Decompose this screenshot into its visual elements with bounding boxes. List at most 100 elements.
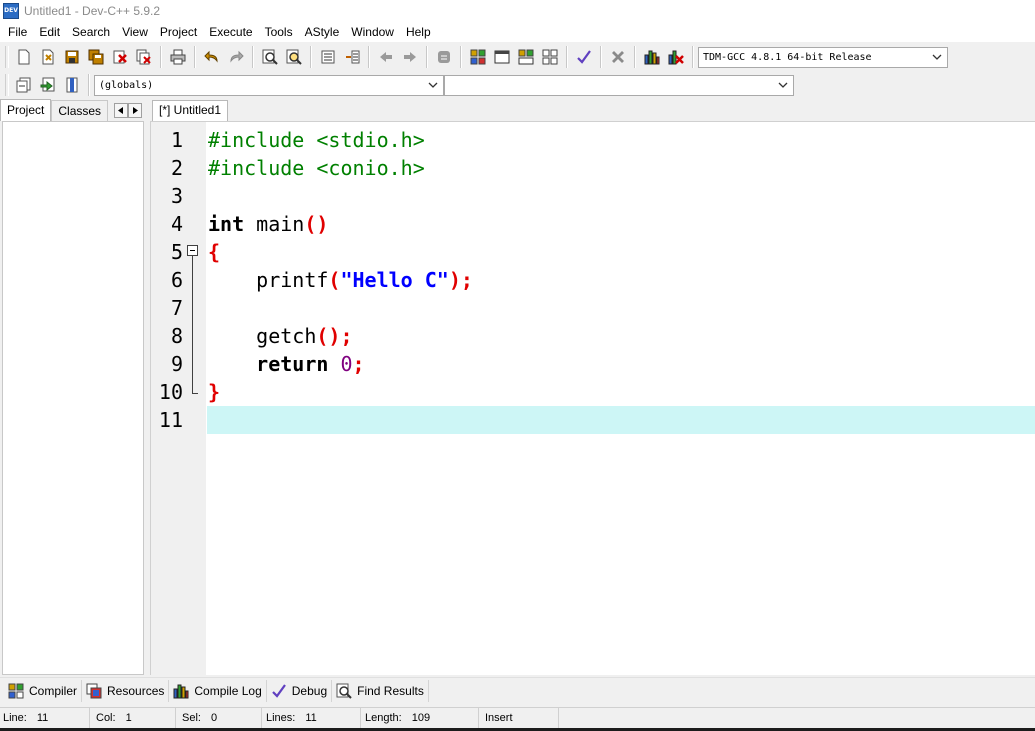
menu-project[interactable]: Project bbox=[154, 22, 203, 42]
tab-classes[interactable]: Classes bbox=[51, 100, 109, 121]
compile-button[interactable] bbox=[467, 46, 489, 68]
project-panel: Project Classes bbox=[0, 99, 146, 677]
menu-edit[interactable]: Edit bbox=[33, 22, 66, 42]
tab-untitled1[interactable]: [*] Untitled1 bbox=[152, 100, 229, 121]
code-line[interactable]: return 0; bbox=[208, 350, 364, 378]
tab-find-results[interactable]: Find Results bbox=[332, 679, 429, 702]
toolbar-grip[interactable] bbox=[5, 74, 9, 96]
project-tree[interactable] bbox=[2, 121, 144, 675]
save-icon bbox=[65, 50, 79, 64]
tab-scroll-left-button[interactable] bbox=[114, 103, 129, 118]
tab-compile-log[interactable]: Compile Log bbox=[169, 679, 267, 702]
toolbar-separator bbox=[252, 46, 254, 68]
status-sel-label: Sel: bbox=[182, 712, 201, 724]
check-icon bbox=[577, 50, 591, 64]
insert-button[interactable] bbox=[13, 74, 35, 96]
editor-tab-strip: [*] Untitled1 bbox=[150, 99, 1035, 121]
close-all-button[interactable] bbox=[133, 46, 155, 68]
line-number: 11 bbox=[158, 408, 183, 432]
indent-icon bbox=[321, 50, 335, 64]
toggle-bookmark-button[interactable] bbox=[37, 74, 59, 96]
main-toolbar: TDM-GCC 4.8.1 64-bit Release bbox=[0, 43, 1035, 71]
open-button[interactable] bbox=[37, 46, 59, 68]
unindent-button[interactable] bbox=[341, 46, 363, 68]
bookmark-prev-button[interactable] bbox=[375, 46, 397, 68]
menu-window[interactable]: Window bbox=[345, 22, 400, 42]
output-tabs: Compiler Resources Compile Log Debug Fin… bbox=[0, 677, 1035, 703]
replace-button[interactable] bbox=[283, 46, 305, 68]
profile-button[interactable] bbox=[641, 46, 663, 68]
menu-help[interactable]: Help bbox=[400, 22, 437, 42]
menu-execute[interactable]: Execute bbox=[203, 22, 258, 42]
menu-tools[interactable]: Tools bbox=[259, 22, 299, 42]
window-title: Untitled1 - Dev-C++ 5.9.2 bbox=[24, 4, 161, 18]
triangle-right-icon bbox=[133, 107, 139, 114]
toolbar-separator bbox=[426, 46, 428, 68]
run-button[interactable] bbox=[491, 46, 513, 68]
redo-icon bbox=[230, 50, 244, 63]
save-all-button[interactable] bbox=[85, 46, 107, 68]
code-line[interactable]: printf("Hello C"); bbox=[208, 266, 473, 294]
save-button[interactable] bbox=[61, 46, 83, 68]
toolbar-separator bbox=[160, 46, 162, 68]
new-file-icon bbox=[18, 49, 30, 65]
toolbar-separator bbox=[600, 46, 602, 68]
scope-select-value: (globals) bbox=[99, 79, 154, 91]
tab-project[interactable]: Project bbox=[0, 99, 52, 121]
compiler-grid-icon bbox=[8, 683, 24, 698]
arrow-left-icon bbox=[380, 52, 392, 62]
fold-collapse-toggle[interactable] bbox=[187, 245, 198, 256]
tab-compiler[interactable]: Compiler bbox=[4, 679, 83, 702]
code-line[interactable]: #include <stdio.h> bbox=[208, 126, 425, 154]
print-button[interactable] bbox=[167, 46, 189, 68]
tab-scroll-right-button[interactable] bbox=[128, 103, 143, 118]
status-mode-value: Insert bbox=[485, 712, 513, 724]
code-line[interactable]: getch(); bbox=[208, 322, 352, 350]
scope-select[interactable]: (globals) bbox=[94, 74, 444, 96]
find-button[interactable] bbox=[259, 46, 281, 68]
tab-resources-label: Resources bbox=[107, 683, 165, 698]
tab-debug[interactable]: Debug bbox=[267, 679, 333, 702]
tab-resources[interactable]: Resources bbox=[82, 679, 170, 702]
syntax-check-button[interactable] bbox=[573, 46, 595, 68]
menu-file[interactable]: File bbox=[2, 22, 33, 42]
devcpp-app-icon[interactable]: DEV bbox=[3, 3, 19, 19]
status-length-value: 109 bbox=[411, 712, 431, 724]
delete-chart-icon bbox=[668, 50, 684, 65]
compiler-select[interactable]: TDM-GCC 4.8.1 64-bit Release bbox=[698, 46, 948, 68]
tab-find-results-label: Find Results bbox=[357, 683, 424, 698]
goto-line-button[interactable] bbox=[433, 46, 455, 68]
status-line: Line: 11 bbox=[0, 707, 90, 729]
goto-bookmark-button[interactable] bbox=[61, 74, 83, 96]
toolbar-grip[interactable] bbox=[5, 46, 9, 68]
undo-button[interactable] bbox=[201, 46, 223, 68]
close-file-button[interactable] bbox=[109, 46, 131, 68]
code-line[interactable]: int main() bbox=[208, 210, 328, 238]
goto-line-icon bbox=[438, 51, 450, 63]
menu-view[interactable]: View bbox=[116, 22, 154, 42]
menu-search[interactable]: Search bbox=[66, 22, 116, 42]
bookmark-next-button[interactable] bbox=[399, 46, 421, 68]
toolbar-separator bbox=[88, 74, 90, 96]
redo-button[interactable] bbox=[225, 46, 247, 68]
find-icon bbox=[336, 683, 352, 699]
tab-debug-label: Debug bbox=[291, 683, 328, 698]
code-line[interactable]: #include <conio.h> bbox=[208, 154, 425, 182]
fold-end-marker bbox=[192, 393, 198, 394]
new-file-button[interactable] bbox=[13, 46, 35, 68]
stop-execution-button[interactable] bbox=[607, 46, 629, 68]
delete-profile-button[interactable] bbox=[665, 46, 687, 68]
line-number: 10 bbox=[158, 380, 183, 404]
tab-compile-log-label: Compile Log bbox=[194, 683, 262, 698]
code-line[interactable]: } bbox=[208, 378, 220, 406]
compile-run-button[interactable] bbox=[515, 46, 537, 68]
indent-button[interactable] bbox=[317, 46, 339, 68]
rebuild-all-button[interactable] bbox=[539, 46, 561, 68]
code-editor[interactable]: 1 #include <stdio.h> 2 #include <conio.h> … bbox=[150, 121, 1035, 675]
menu-astyle[interactable]: AStyle bbox=[299, 22, 346, 42]
line-number: 3 bbox=[170, 184, 183, 208]
function-select[interactable] bbox=[444, 74, 794, 96]
insert-icon bbox=[16, 77, 31, 93]
toolbar-separator bbox=[692, 46, 694, 68]
code-line[interactable]: { bbox=[208, 238, 220, 266]
